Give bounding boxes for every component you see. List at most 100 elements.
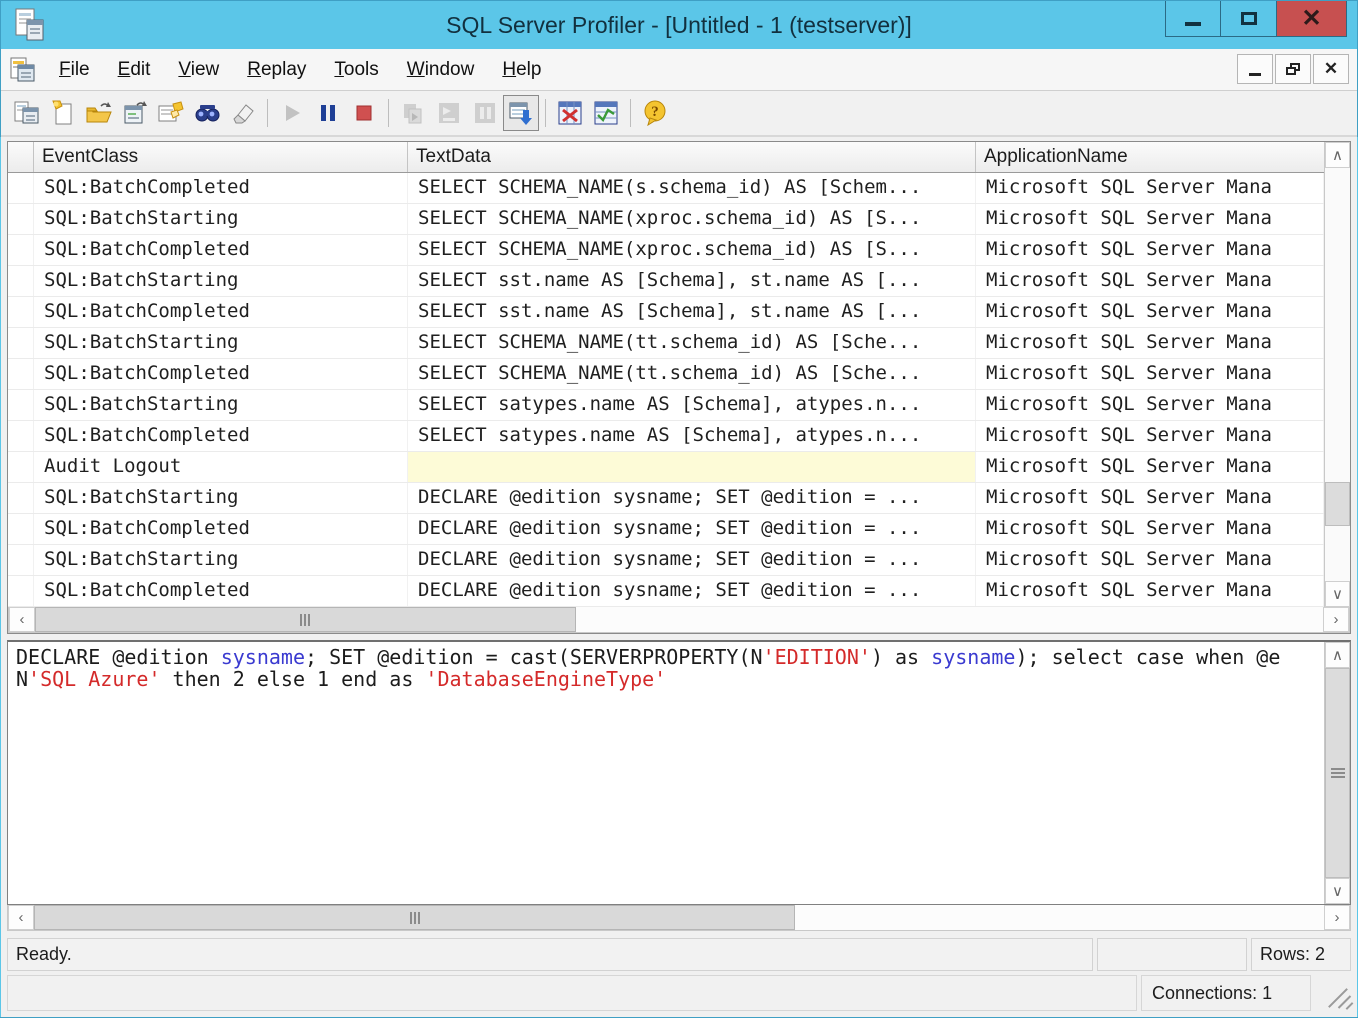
mdi-child-icon — [9, 56, 37, 84]
detail-vscroll-thumb[interactable] — [1325, 668, 1350, 878]
execute-one-step-button[interactable] — [395, 95, 431, 131]
scroll-left-icon[interactable]: ‹ — [8, 905, 34, 930]
scroll-up-icon[interactable]: ∧ — [1325, 642, 1350, 668]
table-row[interactable]: SQL:BatchCompletedDECLARE @edition sysna… — [8, 514, 1324, 545]
row-selector-cell[interactable] — [8, 328, 34, 358]
eventclass-cell: SQL:BatchCompleted — [34, 297, 408, 327]
scroll-left-icon[interactable]: ‹ — [9, 607, 35, 632]
new-trace-button[interactable] — [9, 95, 45, 131]
minimize-icon — [1185, 22, 1201, 26]
child-minimize-icon — [1249, 73, 1261, 76]
open-trace-file-button[interactable] — [81, 95, 117, 131]
pause-trace-button[interactable] — [310, 95, 346, 131]
new-trace-icon — [14, 100, 40, 126]
grid-vscroll-thumb[interactable] — [1325, 482, 1350, 526]
detail-vertical-scrollbar[interactable]: ∧ ∨ — [1324, 642, 1350, 904]
row-selector-cell[interactable] — [8, 297, 34, 327]
table-row[interactable]: SQL:BatchStartingDECLARE @edition sysnam… — [8, 545, 1324, 576]
table-row[interactable]: SQL:BatchStartingDECLARE @edition sysnam… — [8, 483, 1324, 514]
row-selector-cell[interactable] — [8, 359, 34, 389]
trace-properties-button[interactable] — [153, 95, 189, 131]
eventclass-cell: SQL:BatchCompleted — [34, 173, 408, 203]
clear-trace-window-button[interactable] — [225, 95, 261, 131]
organize-columns-button[interactable] — [552, 95, 588, 131]
row-selector-cell[interactable] — [8, 545, 34, 575]
applicationname-cell: Microsoft SQL Server Mana — [976, 359, 1324, 389]
menu-tools[interactable]: Tools — [320, 53, 392, 87]
close-button[interactable]: ✕ — [1277, 1, 1347, 37]
sql-text-view[interactable]: DECLARE @edition sysname; SET @edition =… — [8, 642, 1324, 904]
table-row[interactable]: SQL:BatchCompletedSELECT SCHEMA_NAME(xpr… — [8, 235, 1324, 266]
toggle-breakpoint-button[interactable] — [467, 95, 503, 131]
find-button[interactable] — [189, 95, 225, 131]
menu-file[interactable]: File — [45, 53, 104, 87]
column-header-applicationname[interactable]: ApplicationName — [976, 142, 1324, 172]
scroll-down-icon[interactable]: ∨ — [1325, 878, 1350, 904]
scroll-right-icon[interactable]: › — [1324, 905, 1350, 930]
run-to-cursor-button[interactable] — [431, 95, 467, 131]
table-row[interactable]: SQL:BatchStartingSELECT sst.name AS [Sch… — [8, 266, 1324, 297]
row-selector-cell[interactable] — [8, 173, 34, 203]
status-empty-panel — [1097, 938, 1247, 971]
eventclass-cell: SQL:BatchCompleted — [34, 421, 408, 451]
row-selector-cell[interactable] — [8, 235, 34, 265]
column-header-textdata[interactable]: TextData — [408, 142, 976, 172]
open-trace-file-icon — [85, 100, 113, 126]
table-row[interactable]: SQL:BatchCompletedSELECT satypes.name AS… — [8, 421, 1324, 452]
table-row[interactable]: SQL:BatchCompletedSELECT SCHEMA_NAME(s.s… — [8, 173, 1324, 204]
menu-help[interactable]: Help — [488, 53, 555, 87]
scroll-down-icon[interactable]: ∨ — [1325, 581, 1350, 607]
column-header-eventclass[interactable]: EventClass — [34, 142, 408, 172]
table-row[interactable]: SQL:BatchCompletedSELECT sst.name AS [Sc… — [8, 297, 1324, 328]
child-restore-button[interactable] — [1275, 54, 1311, 84]
save-trace-file-button[interactable] — [117, 95, 153, 131]
table-row[interactable]: SQL:BatchCompletedDECLARE @edition sysna… — [8, 576, 1324, 607]
scroll-up-icon[interactable]: ∧ — [1325, 142, 1350, 168]
applicationname-cell: Microsoft SQL Server Mana — [976, 328, 1324, 358]
grid-horizontal-scrollbar[interactable]: ‹ › — [8, 607, 1350, 633]
menu-replay[interactable]: Replay — [233, 53, 320, 87]
minimize-button[interactable] — [1165, 1, 1221, 37]
row-selector-cell[interactable] — [8, 576, 34, 606]
start-trace-button[interactable] — [274, 95, 310, 131]
table-row[interactable]: SQL:BatchStartingSELECT satypes.name AS … — [8, 390, 1324, 421]
row-selector-cell[interactable] — [8, 204, 34, 234]
row-selector-cell[interactable] — [8, 514, 34, 544]
scroll-right-icon[interactable]: › — [1323, 607, 1349, 632]
grouped-view-button[interactable] — [588, 95, 624, 131]
table-row[interactable]: SQL:BatchStartingSELECT SCHEMA_NAME(tt.s… — [8, 328, 1324, 359]
row-selector-header[interactable] — [8, 142, 34, 172]
applicationname-cell: Microsoft SQL Server Mana — [976, 421, 1324, 451]
menu-view[interactable]: View — [164, 53, 233, 87]
menu-window[interactable]: Window — [393, 53, 489, 87]
thumb-grip-icon — [1331, 768, 1345, 778]
grid-hscroll-thumb[interactable] — [35, 607, 576, 632]
row-selector-cell[interactable] — [8, 390, 34, 420]
stop-trace-button[interactable] — [346, 95, 382, 131]
textdata-cell: DECLARE @edition sysname; SET @edition =… — [408, 514, 976, 544]
table-row[interactable]: Audit LogoutMicrosoft SQL Server Mana — [8, 452, 1324, 483]
detail-horizontal-scrollbar[interactable]: ‹ › — [7, 905, 1351, 931]
auto-scroll-button[interactable] — [503, 95, 539, 131]
row-selector-cell[interactable] — [8, 266, 34, 296]
row-selector-cell[interactable] — [8, 483, 34, 513]
row-selector-cell[interactable] — [8, 421, 34, 451]
maximize-button[interactable] — [1221, 1, 1277, 37]
toggle-breakpoint-icon — [472, 100, 498, 126]
applicationname-cell: Microsoft SQL Server Mana — [976, 390, 1324, 420]
help-button[interactable]: ? — [637, 95, 673, 131]
resize-grip[interactable] — [1315, 975, 1351, 1011]
table-row[interactable]: SQL:BatchStartingSELECT SCHEMA_NAME(xpro… — [8, 204, 1324, 235]
child-close-button[interactable]: ✕ — [1313, 54, 1349, 84]
applicationname-cell: Microsoft SQL Server Mana — [976, 266, 1324, 296]
textdata-cell: SELECT SCHEMA_NAME(xproc.schema_id) AS [… — [408, 204, 976, 234]
detail-hscroll-thumb[interactable] — [34, 905, 795, 930]
row-selector-cell[interactable] — [8, 452, 34, 482]
textdata-cell: SELECT SCHEMA_NAME(s.schema_id) AS [Sche… — [408, 173, 976, 203]
child-minimize-button[interactable] — [1237, 54, 1273, 84]
trace-properties-icon — [157, 100, 185, 126]
table-row[interactable]: SQL:BatchCompletedSELECT SCHEMA_NAME(tt.… — [8, 359, 1324, 390]
new-trace-file-button[interactable] — [45, 95, 81, 131]
menu-edit[interactable]: Edit — [104, 53, 165, 87]
grid-vertical-scrollbar[interactable]: ∧ ∨ — [1324, 142, 1350, 607]
